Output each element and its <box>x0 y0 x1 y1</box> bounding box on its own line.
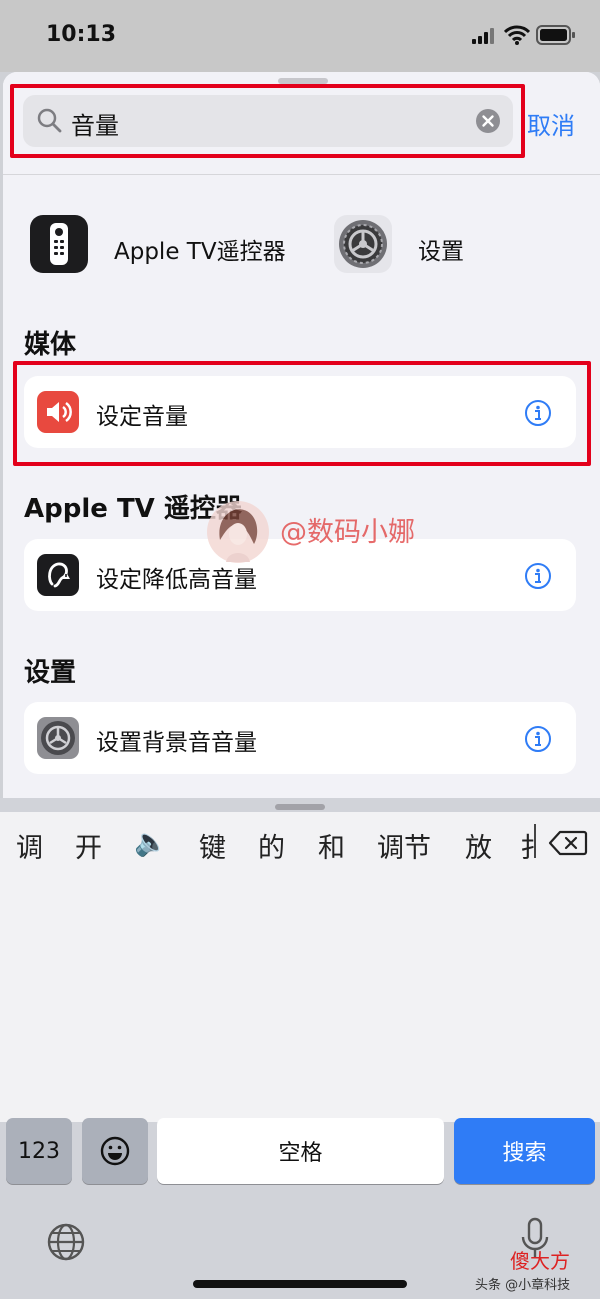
backspace-icon[interactable] <box>548 830 588 856</box>
search-input[interactable]: 音量 <box>23 95 513 147</box>
search-query[interactable]: 音量 <box>71 106 119 141</box>
clear-search-icon[interactable] <box>475 108 501 134</box>
cellular-signal-icon <box>472 28 494 44</box>
watermark-avatar <box>207 501 269 563</box>
candidate-word[interactable]: 的 <box>258 826 285 865</box>
action-label: 设置背景音音量 <box>96 730 257 756</box>
candidate-word[interactable]: 开 <box>75 826 102 865</box>
candidate-word[interactable]: 扌 <box>520 826 534 865</box>
search-header: 音量 取消 <box>3 72 600 175</box>
status-bar: 10:13 <box>0 0 600 72</box>
cancel-button[interactable]: 取消 <box>527 106 575 141</box>
ear-warning-icon <box>37 554 79 596</box>
home-indicator[interactable] <box>193 1280 407 1288</box>
emoji-icon <box>100 1136 130 1166</box>
emoji-key[interactable] <box>82 1118 148 1184</box>
action-label: 设定降低高音量 <box>96 567 257 593</box>
app-result-label: 设置 <box>418 239 464 265</box>
watermark-text: @数码小娜 <box>280 517 415 548</box>
battery-icon <box>536 25 575 45</box>
search-sheet: 音量 取消 Apple TV遥控器 设置 媒体 设定音量 Apple TV 遥控… <box>3 72 600 798</box>
candidate-bar: 调 开 🔈 键 的 和 调节 放 扌 <box>0 804 600 1122</box>
search-key[interactable]: 搜索 <box>454 1118 595 1184</box>
globe-icon[interactable] <box>46 1222 86 1262</box>
candidate-word[interactable]: 调 <box>16 826 43 865</box>
keyboard-grabber[interactable] <box>275 804 325 810</box>
site-logo-text: 傻大方 <box>510 1249 570 1273</box>
candidate-separator <box>534 824 536 858</box>
settings-gear-icon <box>334 215 392 273</box>
section-title-settings: 设置 <box>24 658 77 688</box>
credit-text: 头条 @小章科技 <box>475 1278 571 1293</box>
section-title-media: 媒体 <box>24 330 77 360</box>
app-result-label: Apple TV遥控器 <box>114 239 286 265</box>
tv-remote-icon <box>30 215 88 273</box>
candidate-word[interactable]: 键 <box>199 826 226 865</box>
info-icon[interactable] <box>524 562 552 590</box>
numbers-key[interactable]: 123 <box>6 1118 72 1184</box>
candidate-word[interactable]: 和 <box>318 826 345 865</box>
action-set-reduce-loud-audio[interactable]: 设定降低高音量 <box>24 539 576 611</box>
space-key[interactable]: 空格 <box>157 1118 444 1184</box>
wifi-icon <box>504 25 530 45</box>
action-set-background-sound-volume[interactable]: 设置背景音音量 <box>24 702 576 774</box>
highlight-box-action <box>13 361 591 466</box>
keyboard: 调 开 🔈 键 的 和 调节 放 扌 <box>0 798 600 1299</box>
status-time: 10:13 <box>46 22 117 47</box>
candidate-word[interactable]: 调节 <box>377 826 431 865</box>
candidate-word[interactable]: 放 <box>465 826 492 865</box>
candidate-speaker-emoji[interactable]: 🔈 <box>134 826 168 858</box>
settings-gear-icon <box>37 717 79 759</box>
search-icon <box>37 108 62 133</box>
info-icon[interactable] <box>524 725 552 753</box>
